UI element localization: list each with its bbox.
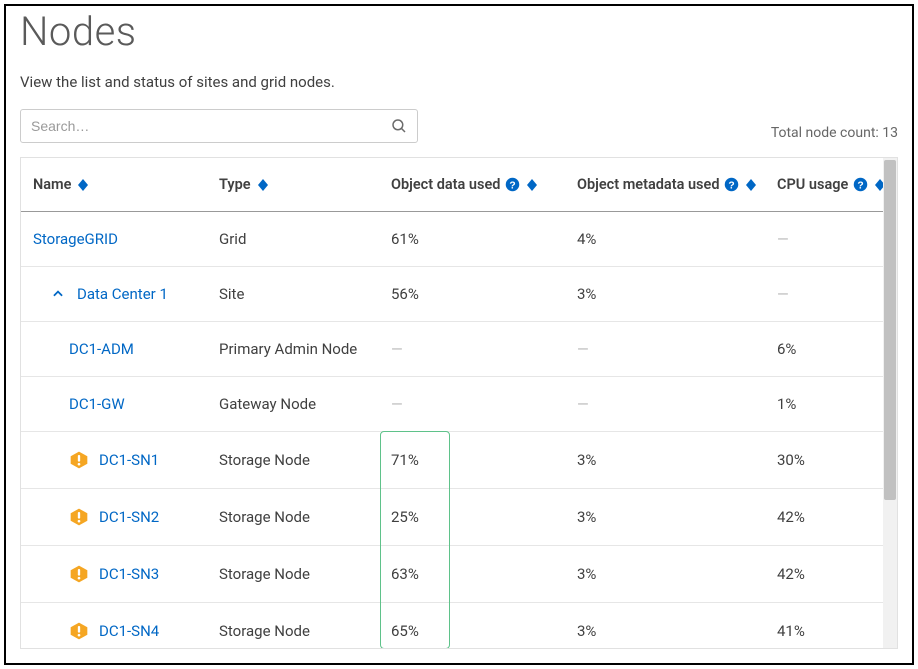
node-name-link[interactable]: Data Center 1	[77, 285, 168, 303]
search-wrap	[20, 109, 418, 143]
table-row: DC1-SN1 Storage Node71%3%30%	[21, 432, 883, 489]
col-header-type-label: Type	[219, 176, 251, 193]
table-row: DC1-SN4 Storage Node65%3%41%	[21, 603, 883, 650]
table-row: DC1-GWGateway Node——1%	[21, 377, 883, 432]
cell-obj: 71%	[379, 432, 565, 489]
chevron-up-icon[interactable]	[51, 287, 65, 301]
cell-type: Grid	[207, 212, 379, 267]
node-name-link[interactable]: DC1-GW	[69, 395, 125, 413]
node-name-link[interactable]: DC1-SN3	[99, 565, 159, 583]
cell-cpu: 1%	[765, 377, 883, 432]
cell-meta: 3%	[565, 603, 765, 650]
nodes-table: Name Type	[21, 158, 883, 649]
col-header-type[interactable]: Type	[207, 158, 379, 212]
cell-cpu: 41%	[765, 603, 883, 650]
alert-icon	[69, 621, 89, 641]
sort-icon[interactable]	[746, 179, 756, 191]
cell-type: Storage Node	[207, 603, 379, 650]
col-header-name-label: Name	[33, 176, 71, 193]
node-name-link[interactable]: DC1-ADM	[69, 340, 134, 358]
cell-meta: —	[565, 322, 765, 377]
toolbar: Total node count: 13	[20, 109, 898, 143]
node-name-link[interactable]: DC1-SN2	[99, 508, 159, 526]
cell-meta: —	[565, 377, 765, 432]
search-input[interactable]	[20, 109, 418, 143]
col-header-cpu[interactable]: CPU usage ?	[765, 158, 883, 212]
svg-text:?: ?	[510, 180, 516, 191]
page-title: Nodes	[20, 8, 898, 55]
node-name-link[interactable]: DC1-SN4	[99, 622, 159, 640]
nodes-table-container: Name Type	[20, 157, 898, 649]
cell-obj: 25%	[379, 489, 565, 546]
cell-cpu: 42%	[765, 546, 883, 603]
svg-text:?: ?	[729, 180, 735, 191]
page-frame: Nodes View the list and status of sites …	[4, 4, 914, 665]
col-header-object-data[interactable]: Object data used ?	[379, 158, 565, 212]
col-header-object-meta[interactable]: Object metadata used ?	[565, 158, 765, 212]
table-row: DC1-SN2 Storage Node25%3%42%	[21, 489, 883, 546]
total-node-count: Total node count: 13	[771, 125, 898, 143]
alert-icon	[69, 507, 89, 527]
cell-cpu: 6%	[765, 322, 883, 377]
help-icon[interactable]: ?	[724, 177, 739, 192]
cell-meta: 4%	[565, 212, 765, 267]
cell-type: Gateway Node	[207, 377, 379, 432]
cell-type: Storage Node	[207, 432, 379, 489]
col-header-cpu-label: CPU usage	[777, 176, 848, 193]
cell-obj: —	[379, 322, 565, 377]
col-header-object-meta-label: Object metadata used	[577, 176, 719, 193]
cell-meta: 3%	[565, 489, 765, 546]
cell-cpu: —	[765, 267, 883, 322]
search-icon[interactable]	[390, 117, 408, 135]
sort-icon[interactable]	[78, 179, 88, 191]
node-name-link[interactable]: DC1-SN1	[99, 451, 159, 469]
table-row: StorageGRID Grid61%4%—	[21, 212, 883, 267]
node-name-link[interactable]: StorageGRID	[33, 230, 118, 248]
cell-meta: 3%	[565, 432, 765, 489]
help-icon[interactable]: ?	[853, 177, 868, 192]
cell-type: Storage Node	[207, 489, 379, 546]
cell-cpu: 42%	[765, 489, 883, 546]
table-row: DC1-SN3 Storage Node63%3%42%	[21, 546, 883, 603]
scrollbar-track[interactable]	[883, 158, 897, 648]
alert-icon	[69, 450, 89, 470]
col-header-object-data-label: Object data used	[391, 176, 500, 193]
sort-icon[interactable]	[527, 179, 537, 191]
cell-meta: 3%	[565, 267, 765, 322]
help-icon[interactable]: ?	[505, 177, 520, 192]
cell-meta: 3%	[565, 546, 765, 603]
cell-obj: 56%	[379, 267, 565, 322]
sort-icon[interactable]	[258, 179, 268, 191]
cell-type: Storage Node	[207, 546, 379, 603]
cell-obj: —	[379, 377, 565, 432]
table-row: DC1-ADMPrimary Admin Node——6%	[21, 322, 883, 377]
cell-obj: 61%	[379, 212, 565, 267]
col-header-name[interactable]: Name	[21, 158, 207, 212]
scrollbar-thumb[interactable]	[884, 160, 896, 500]
page-subtitle: View the list and status of sites and gr…	[20, 73, 898, 91]
cell-type: Primary Admin Node	[207, 322, 379, 377]
cell-obj: 65%	[379, 603, 565, 650]
cell-type: Site	[207, 267, 379, 322]
cell-obj: 63%	[379, 546, 565, 603]
alert-icon	[69, 564, 89, 584]
cell-cpu: 30%	[765, 432, 883, 489]
table-row: Data Center 1 Site56%3%—	[21, 267, 883, 322]
svg-text:?: ?	[858, 180, 864, 191]
cell-cpu: —	[765, 212, 883, 267]
